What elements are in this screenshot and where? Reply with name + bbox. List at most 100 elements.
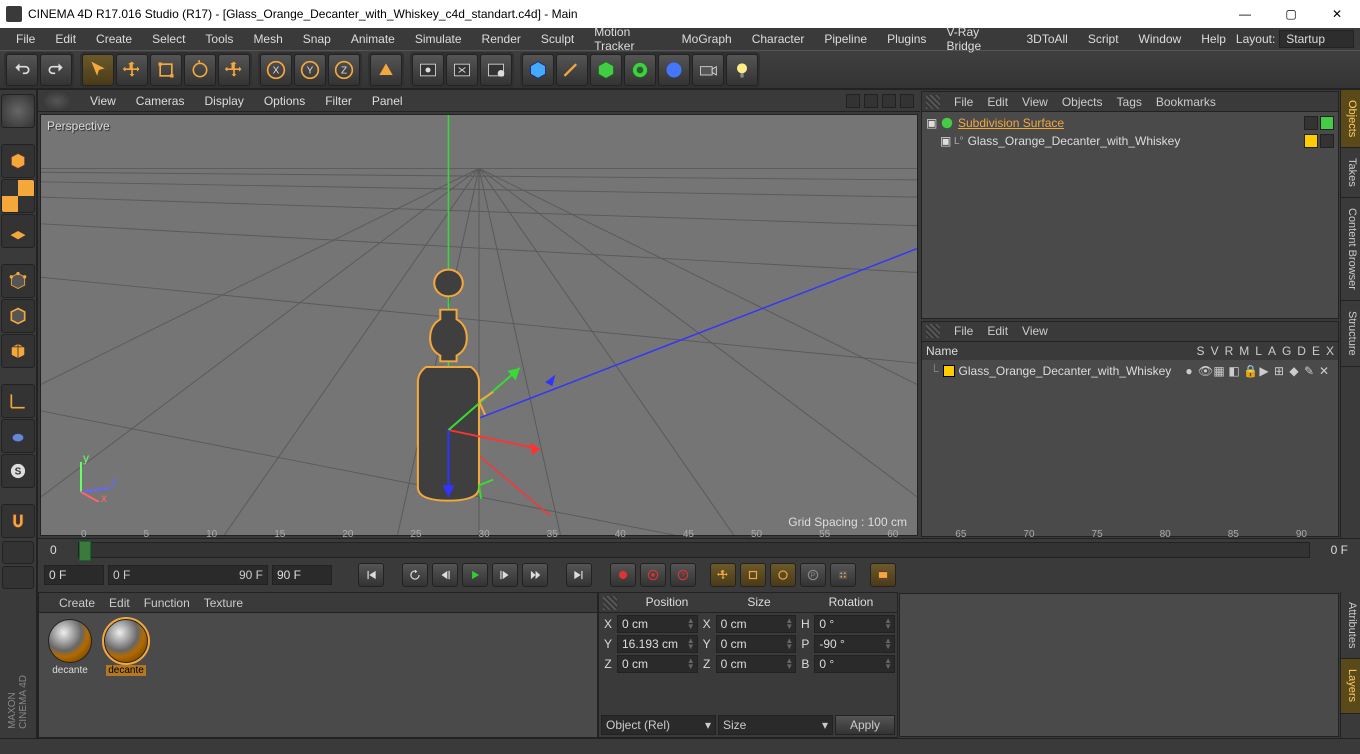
undo-button[interactable] xyxy=(6,54,38,86)
axis-x-button[interactable]: X xyxy=(260,54,292,86)
axis-z-button[interactable]: Z xyxy=(328,54,360,86)
deformer-button[interactable] xyxy=(624,54,656,86)
layer-toggle-a[interactable]: ▶ xyxy=(1258,364,1270,378)
current-frame-a[interactable]: 0 F xyxy=(44,565,104,585)
timeline-track[interactable]: 051015202530354045505560657075808590 xyxy=(78,542,1310,558)
object-mode-button[interactable] xyxy=(1,144,35,178)
rotation-input-b[interactable]: 0 °▲▼ xyxy=(814,655,895,673)
expand-icon[interactable]: ▣ xyxy=(940,134,950,148)
menu-pipeline[interactable]: Pipeline xyxy=(814,29,877,49)
vp-menu-cameras[interactable]: Cameras xyxy=(126,91,195,111)
menu-motion-tracker[interactable]: Motion Tracker xyxy=(584,22,671,56)
menu-help[interactable]: Help xyxy=(1191,29,1236,49)
menu-v-ray-bridge[interactable]: V-Ray Bridge xyxy=(936,22,1016,56)
menu-character[interactable]: Character xyxy=(742,29,815,49)
menu-edit[interactable]: Edit xyxy=(45,29,86,49)
material-menu-edit[interactable]: Edit xyxy=(109,596,130,610)
position-input-y[interactable]: 16.193 cm▲▼ xyxy=(617,635,698,653)
material-menu-texture[interactable]: Texture xyxy=(204,596,243,610)
vp-menu-options[interactable]: Options xyxy=(254,91,315,111)
material-menu-function[interactable]: Function xyxy=(144,596,190,610)
prev-frame-button[interactable] xyxy=(432,563,458,587)
scale-tool[interactable] xyxy=(150,54,182,86)
menu-window[interactable]: Window xyxy=(1129,29,1192,49)
rotate-tool[interactable] xyxy=(184,54,216,86)
position-input-z[interactable]: 0 cm▲▼ xyxy=(617,655,698,673)
magnet-button[interactable] xyxy=(1,504,35,538)
render-settings-button[interactable] xyxy=(480,54,512,86)
menu-render[interactable]: Render xyxy=(472,29,531,49)
edge-mode-button[interactable] xyxy=(1,299,35,333)
panel-grip-icon[interactable] xyxy=(926,324,940,338)
select-tool[interactable] xyxy=(82,54,114,86)
tab-layers[interactable]: Layers xyxy=(1341,659,1360,713)
apply-button[interactable]: Apply xyxy=(835,715,895,735)
vp-menu-display[interactable]: Display xyxy=(194,91,253,111)
object-item[interactable]: Subdivision Surface xyxy=(958,116,1064,130)
vp-icon-2[interactable] xyxy=(864,94,878,108)
size-input-y[interactable]: 0 cm▲▼ xyxy=(716,635,797,653)
tweak-mode-button[interactable] xyxy=(1,419,35,453)
layer-toggle-d[interactable]: ◆ xyxy=(1288,364,1300,378)
tab-takes[interactable]: Takes xyxy=(1341,148,1360,198)
size-input-z[interactable]: 0 cm▲▼ xyxy=(716,655,797,673)
material-thumb[interactable]: decante xyxy=(101,619,151,731)
goto-end-button[interactable] xyxy=(566,563,592,587)
layer-toggle-x[interactable]: ✕ xyxy=(1318,364,1330,378)
timeline-toggle-1[interactable] xyxy=(2,541,34,564)
keyframe-selection-button[interactable]: ? xyxy=(670,563,696,587)
objects-menu-edit[interactable]: Edit xyxy=(987,95,1008,109)
layer-toggle-r[interactable]: ▦ xyxy=(1213,364,1225,378)
menu-simulate[interactable]: Simulate xyxy=(405,29,472,49)
spline-pen-button[interactable] xyxy=(556,54,588,86)
layers-menu-view[interactable]: View xyxy=(1022,324,1048,338)
key-pla-button[interactable] xyxy=(830,563,856,587)
menu-select[interactable]: Select xyxy=(142,29,195,49)
timeline-playhead[interactable] xyxy=(79,541,91,561)
animation-mode-button[interactable] xyxy=(870,563,896,587)
material-thumb[interactable]: decante xyxy=(45,619,95,731)
layer-toggle-v[interactable]: 👁 xyxy=(1198,364,1210,378)
menu-snap[interactable]: Snap xyxy=(293,29,341,49)
vp-icon-1[interactable] xyxy=(846,94,860,108)
material-menu-create[interactable]: Create xyxy=(59,596,95,610)
menu-file[interactable]: File xyxy=(6,29,45,49)
key-pos-button[interactable] xyxy=(710,563,736,587)
vp-menu-filter[interactable]: Filter xyxy=(315,91,362,111)
key-rot-button[interactable] xyxy=(770,563,796,587)
expand-icon[interactable]: ▣ xyxy=(926,116,936,130)
move-tool[interactable] xyxy=(116,54,148,86)
vp-icon-4[interactable] xyxy=(900,94,914,108)
position-input-x[interactable]: 0 cm▲▼ xyxy=(617,615,698,633)
close-button[interactable]: ✕ xyxy=(1314,0,1360,28)
environment-button[interactable] xyxy=(658,54,690,86)
objects-menu-bookmarks[interactable]: Bookmarks xyxy=(1156,95,1216,109)
layer-toggle-l[interactable]: 🔒 xyxy=(1243,364,1255,378)
obj-vis-icon[interactable] xyxy=(1304,116,1318,130)
obj-layer-swatch[interactable] xyxy=(1304,134,1318,148)
freeform-tool[interactable] xyxy=(218,54,250,86)
axis-toggle-button[interactable] xyxy=(1,384,35,418)
layer-item[interactable]: Glass_Orange_Decanter_with_Whiskey xyxy=(959,364,1172,378)
point-mode-button[interactable] xyxy=(1,264,35,298)
size-input-x[interactable]: 0 cm▲▼ xyxy=(716,615,797,633)
panel-grip-icon[interactable] xyxy=(603,596,617,610)
rotation-input-p[interactable]: -90 °▲▼ xyxy=(814,635,895,653)
timeline[interactable]: 0 051015202530354045505560657075808590 0… xyxy=(38,538,1360,560)
axis-y-button[interactable]: Y xyxy=(294,54,326,86)
object-item[interactable]: Glass_Orange_Decanter_with_Whiskey xyxy=(968,134,1181,148)
menu-create[interactable]: Create xyxy=(86,29,142,49)
render-view-button[interactable] xyxy=(412,54,444,86)
obj-vis-icon[interactable] xyxy=(1320,134,1334,148)
goto-start-button[interactable] xyxy=(358,563,384,587)
maximize-button[interactable]: ▢ xyxy=(1268,0,1314,28)
loop-button[interactable] xyxy=(402,563,428,587)
menu-tools[interactable]: Tools xyxy=(195,29,243,49)
workplane-button[interactable] xyxy=(1,214,35,248)
layout-select[interactable]: Startup xyxy=(1279,30,1354,48)
render-region-button[interactable] xyxy=(446,54,478,86)
play-button[interactable] xyxy=(462,563,488,587)
layer-color-swatch[interactable] xyxy=(943,365,955,377)
menu-3dtoall[interactable]: 3DToAll xyxy=(1017,29,1078,49)
rotation-input-h[interactable]: 0 °▲▼ xyxy=(814,615,895,633)
